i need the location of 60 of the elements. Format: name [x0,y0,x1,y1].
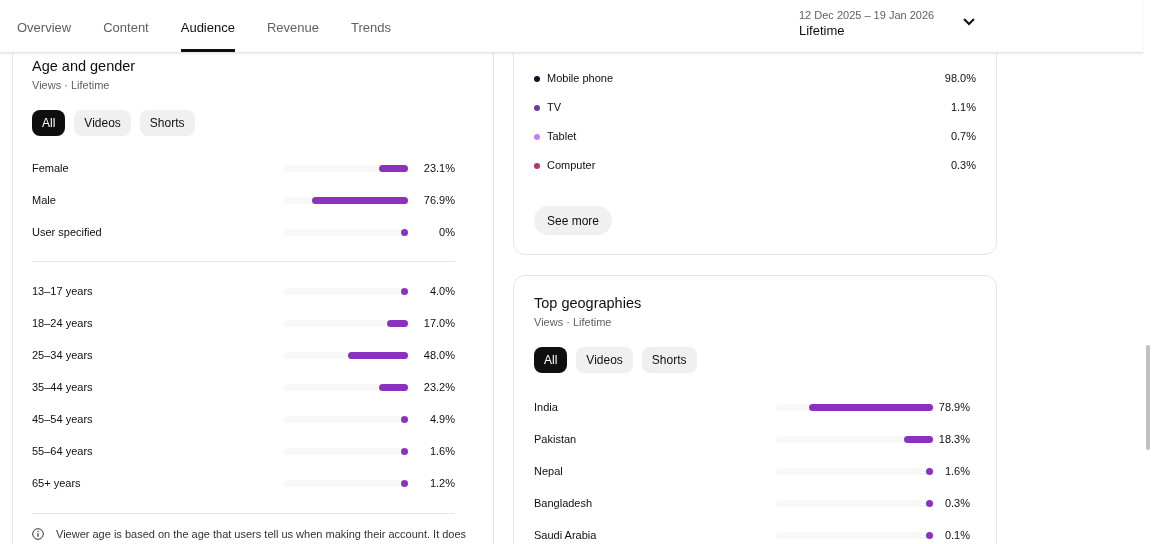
row-label: 55–64 years [32,443,93,459]
row-label: 65+ years [32,475,81,491]
row-label: India [534,399,558,415]
date-range: 12 Dec 2025 – 19 Jan 2026 [799,8,936,22]
row-value: 1.2% [428,475,455,491]
scrollbar-thumb[interactable] [1146,345,1150,450]
row-label: Female [32,160,69,176]
tab[interactable]: Audience [180,12,235,52]
device-value: 98.0% [944,71,976,87]
card-subtitle: Views · Lifetime [32,78,111,92]
card-title: Top geographies [534,294,643,313]
row-label: Bangladesh [534,495,593,511]
filter-chip[interactable]: Shorts [641,347,697,373]
row-label: Saudi Arabia [534,527,597,543]
device-label: Mobile phone [547,71,614,87]
tab[interactable]: Content [103,12,149,52]
row-value: 4.0% [428,283,455,299]
row-label: User specified [32,224,102,240]
row-value: 23.1% [422,160,455,176]
row-label: Nepal [534,463,563,479]
device-value: 0.3% [950,158,976,174]
row-label: 13–17 years [32,283,93,299]
info-icon [32,528,44,540]
row-value: 0.1% [943,527,970,543]
device-value: 1.1% [950,100,976,116]
row-value: 23.2% [422,379,455,395]
device-value: 0.7% [950,129,976,145]
tab[interactable]: Overview [17,12,72,52]
row-value: 0.3% [943,495,970,511]
row-label: Male [32,192,56,208]
filter-chip[interactable]: Shorts [139,110,195,136]
row-value: 4.9% [428,411,455,427]
row-value: 17.0% [422,315,455,331]
card-title: Age and gender [32,57,137,76]
row-label: 35–44 years [32,379,93,395]
row-value: 18.3% [937,431,970,447]
tab[interactable]: Trends [351,12,391,52]
tab[interactable]: Revenue [266,12,319,52]
device-label: TV [547,100,562,116]
row-value: 1.6% [428,443,455,459]
card-subtitle: Views · Lifetime [534,315,613,329]
row-label: 45–54 years [32,411,93,427]
row-label: 18–24 years [32,315,93,331]
row-value: 78.9% [937,399,970,415]
filter-chip[interactable]: All [534,347,568,373]
device-label: Tablet [547,129,577,145]
filter-chip[interactable]: Videos [576,347,633,373]
chevron-down-icon[interactable] [963,18,975,26]
row-label: 25–34 years [32,347,93,363]
see-more-button[interactable]: See more [534,206,613,235]
row-value: 1.6% [943,463,970,479]
row-label: Pakistan [534,431,577,447]
row-value: 0% [438,224,455,240]
period-label: Lifetime [799,22,846,40]
filter-chip[interactable]: Videos [74,110,131,136]
row-value: 48.0% [422,347,455,363]
filter-chip[interactable]: All [32,110,66,136]
note-text: Viewer age is based on the age that users tell us when making their account. It does [56,527,467,541]
row-value: 76.9% [422,192,455,208]
device-label: Computer [547,158,596,174]
